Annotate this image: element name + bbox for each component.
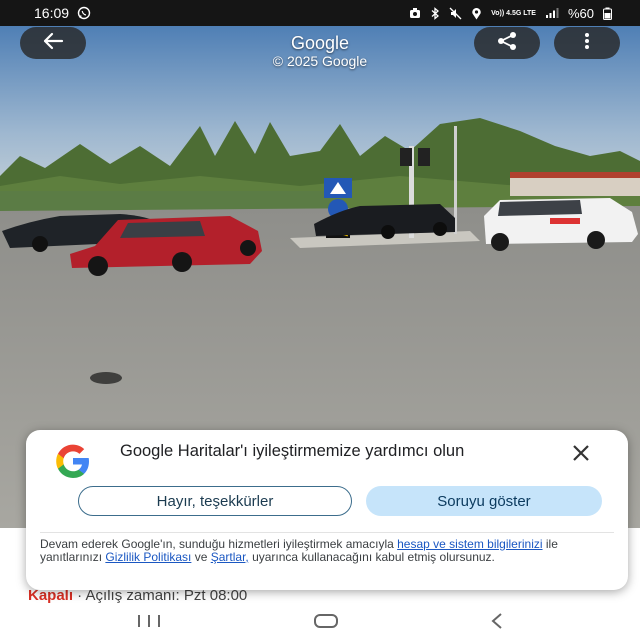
privacy-policy-link[interactable]: Gizlilik Politikası [105,550,191,564]
more-options-button[interactable] [554,27,620,59]
dialog-divider [40,532,614,533]
home-icon[interactable] [313,613,339,634]
legal-notice: Devam ederek Google'ın, sunduğu hizmetle… [40,538,580,563]
viewer-title: Google [290,33,350,53]
status-time: 16:09 [34,5,70,21]
legal-text-4: uyarınca kullanacağını kabul etmiş olurs… [248,549,495,564]
show-question-button[interactable]: Soruyu göster [366,486,602,516]
share-icon [496,31,518,56]
battery-percent: %60 [567,5,594,21]
recents-icon[interactable] [136,614,162,633]
whatsapp-icon [77,6,91,20]
bluetooth-icon [430,6,440,20]
dialog-title: Google Haritalar'ı iyileştirmemize yardı… [120,442,465,460]
viewer-toolbar: Google © 2025 Google [0,26,640,86]
terms-link[interactable]: Şartlar, [211,550,249,564]
system-back-icon[interactable] [490,612,504,634]
legal-text-3: ve [191,549,211,564]
decline-button[interactable]: Hayır, teşekkürler [78,486,352,516]
battery-icon [603,7,612,20]
network-indicator: Vo)) 4.5G LTE [491,9,536,17]
more-vert-icon [584,32,590,55]
mute-icon [449,7,462,20]
google-logo-icon [52,440,94,482]
dialog-close-button[interactable] [564,438,598,472]
signal-icon [545,7,559,19]
share-button[interactable] [474,27,540,59]
feedback-dialog: Google Haritalar'ı iyileştirmemize yardı… [26,430,628,590]
location-icon [471,7,482,20]
close-icon [572,444,590,467]
viewer-copyright: © 2025 Google [272,53,368,69]
system-nav-bar [0,606,640,640]
notification-icon [409,7,421,19]
status-bar: 16:09 Vo)) 4.5G LTE %60 [0,0,640,26]
